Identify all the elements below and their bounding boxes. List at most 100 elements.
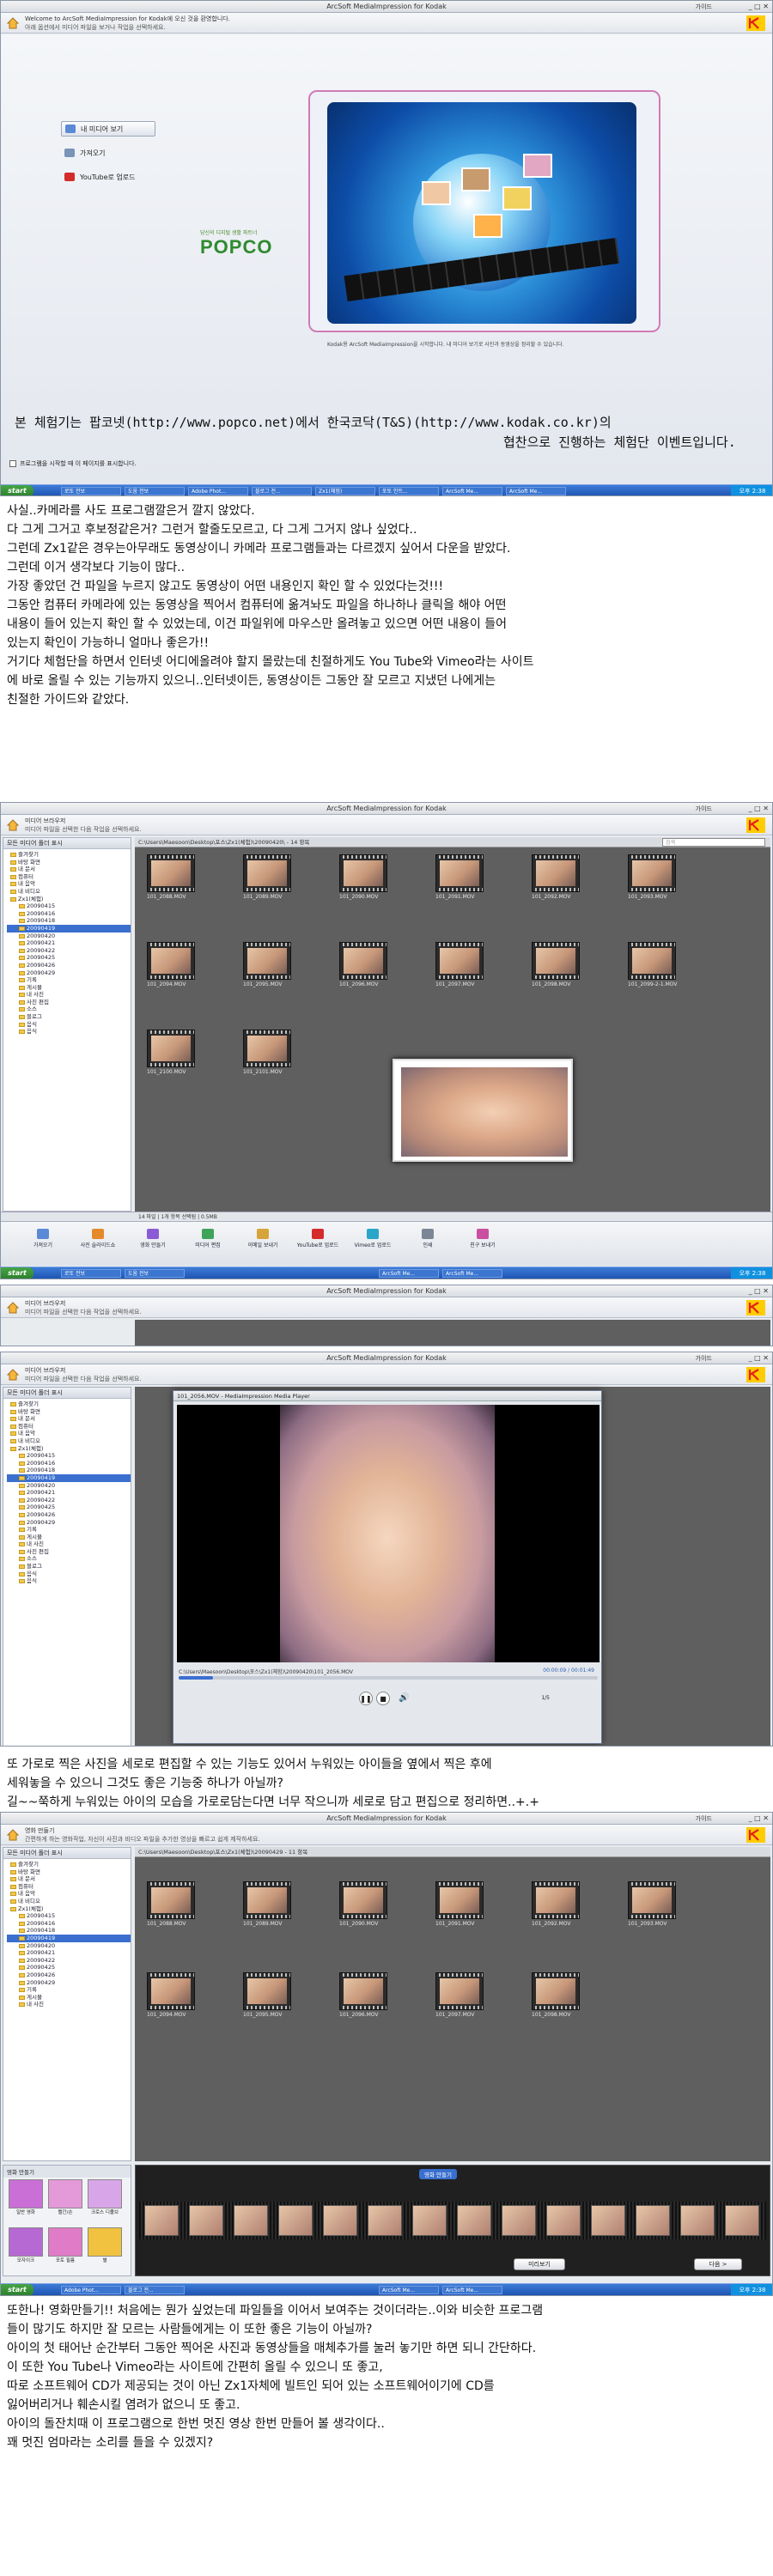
timeline-clip[interactable] [368, 2205, 402, 2236]
folder-tree-item[interactable]: 기록 [7, 1986, 131, 1994]
taskbar-item[interactable]: 로또 전보 [61, 487, 121, 495]
folder-panel-header[interactable]: 모든 미디어 폴더 표시 [3, 838, 131, 849]
folder-tree-item[interactable]: 20090419 [7, 1473, 131, 1482]
thumbnail[interactable] [339, 854, 387, 892]
folder-tree-item[interactable]: 20090429 [7, 1979, 131, 1987]
taskbar-item[interactable]: Adobe Phot... [188, 487, 248, 495]
folder-tree-item[interactable]: 바탕 화면 [7, 859, 131, 866]
folder-tree-item[interactable]: 20090429 [7, 1519, 131, 1527]
folder-tree-item[interactable]: 20090415 [7, 1452, 131, 1460]
folder-tree-item[interactable]: 즐겨찾기 [7, 851, 131, 859]
folder-tree-item[interactable]: 내 문서 [7, 1415, 131, 1423]
taskbar-item[interactable]: 로또 전보 [61, 1269, 121, 1278]
folder-tree-item[interactable]: 20090422 [7, 947, 131, 955]
thumbnail[interactable] [243, 1972, 291, 2010]
folder-tree-item[interactable]: 20090416 [7, 1460, 131, 1467]
next-button[interactable]: 다음 > [694, 2258, 742, 2270]
timeline-clip[interactable] [278, 2205, 313, 2236]
toolbar-button[interactable]: 친구 보내기 [458, 1229, 508, 1249]
folder-panel-header[interactable]: 모든 미디어 폴더 표시 [3, 1848, 131, 1859]
window-controls[interactable]: _ □ ✕ [749, 1814, 769, 1822]
thumbnail[interactable] [147, 942, 195, 980]
folder-tree-item[interactable]: 바탕 화면 [7, 1868, 131, 1876]
folder-tree-item[interactable]: 즐겨찾기 [7, 1400, 131, 1408]
taskbar-item[interactable]: 도움 전보 [125, 487, 185, 495]
timeline-clip[interactable] [636, 2205, 670, 2236]
style-option[interactable]: 모자이크 [9, 2227, 43, 2263]
volume-icon[interactable]: 🔊 [399, 1692, 412, 1705]
folder-tree-item[interactable]: 20090429 [7, 969, 131, 977]
start-button[interactable]: start [1, 2284, 33, 2295]
folder-tree-item[interactable]: 기록 [7, 1526, 131, 1534]
folder-tree-item[interactable]: 내 사진 [7, 2001, 131, 2008]
taskbar-item[interactable]: Adobe Phot... [61, 2286, 121, 2294]
toolbar-button[interactable]: Vimeo로 업로드 [348, 1229, 398, 1249]
style-option[interactable]: 포토 필름 [48, 2227, 82, 2263]
folder-tree-item[interactable]: 내 사진 [7, 1540, 131, 1548]
thumbnail[interactable] [339, 1972, 387, 2010]
folder-tree-item[interactable]: 20090420 [7, 1482, 131, 1490]
taskbar-item[interactable]: 포토 인트... [379, 487, 439, 495]
folder-tree-item[interactable]: 음식 [7, 1571, 131, 1578]
taskbar-item[interactable]: 도움 전보 [125, 1269, 185, 1278]
thumbnail[interactable] [532, 942, 580, 980]
folder-tree-item[interactable]: 내 비디오 [7, 1898, 131, 1905]
folder-tree-item[interactable]: 20090422 [7, 1497, 131, 1504]
thumbnail[interactable] [243, 1881, 291, 1919]
thumbnail[interactable] [243, 942, 291, 980]
thumbnail[interactable] [147, 1030, 195, 1067]
folder-tree-item[interactable]: 기록 [7, 976, 131, 984]
folder-tree-item[interactable]: 20090416 [7, 910, 131, 918]
folder-tree-item[interactable]: 음식 [7, 1577, 131, 1585]
taskbar-item[interactable]: ArcSoft Me... [379, 1269, 439, 1278]
toolbar-button[interactable]: 사진 슬라이드쇼 [73, 1229, 123, 1249]
timeline-clip[interactable] [189, 2205, 223, 2236]
home-icon[interactable] [6, 818, 20, 832]
timeline-clip[interactable] [412, 2205, 447, 2236]
folder-tree-item[interactable]: 20090420 [7, 933, 131, 940]
timeline-clip[interactable] [502, 2205, 536, 2236]
folder-tree-item[interactable]: 바탕 화면 [7, 1408, 131, 1416]
folder-tree-item[interactable]: 20090420 [7, 1942, 131, 1950]
taskbar-item[interactable]: ArcSoft Me... [442, 1269, 502, 1278]
folder-tree-item[interactable]: 블로그 [7, 1563, 131, 1571]
thumbnail[interactable] [435, 854, 484, 892]
toolbar-button[interactable]: 가져오기 [18, 1229, 68, 1249]
taskbar-item[interactable]: Zx1(체험) [315, 487, 375, 495]
thumbnail[interactable] [435, 1881, 484, 1919]
toolbar-button[interactable]: YouTube로 업로드 [293, 1229, 343, 1249]
taskbar-item[interactable]: ArcSoft Me... [379, 2286, 439, 2294]
folder-tree-item[interactable]: 내 사진 [7, 991, 131, 999]
toolbar-button[interactable]: 미디어 편집 [183, 1229, 233, 1249]
timeline-clip[interactable] [323, 2205, 357, 2236]
thumbnail[interactable] [435, 1972, 484, 2010]
folder-tree-item[interactable]: 내 문서 [7, 866, 131, 873]
folder-tree-item[interactable]: 20090421 [7, 939, 131, 947]
folder-tree-item[interactable]: Zx1(체험) [7, 1905, 131, 1913]
folder-tree-item[interactable]: 내 비디오 [7, 888, 131, 896]
thumbnail[interactable] [147, 1972, 195, 2010]
menu-my-media[interactable]: 내 미디어 보기 [61, 121, 155, 137]
folder-tree-item[interactable]: 내 문서 [7, 1875, 131, 1883]
start-button[interactable]: start [1, 485, 33, 495]
folder-tree-item[interactable]: 소스 [7, 1555, 131, 1563]
menu-import[interactable]: 가져오기 [61, 147, 155, 161]
folder-tree-item[interactable]: 20090425 [7, 1504, 131, 1511]
folder-tree-item[interactable]: 게시물 [7, 1994, 131, 2002]
menu-youtube[interactable]: YouTube로 업로드 [61, 171, 155, 185]
folder-tree-item[interactable]: 내 음악 [7, 1430, 131, 1437]
folder-tree-item[interactable]: 20090426 [7, 962, 131, 969]
thumbnail[interactable] [435, 942, 484, 980]
folder-tree-item[interactable]: 20090422 [7, 1957, 131, 1965]
folder-tree-item[interactable]: 게시물 [7, 1534, 131, 1541]
search-input[interactable]: 검색 [662, 838, 765, 847]
thumbnail[interactable] [532, 1881, 580, 1919]
folder-tree-item[interactable]: 사진 편집 [7, 999, 131, 1006]
help-link[interactable]: 가이드 [696, 1354, 712, 1363]
folder-tree-item[interactable]: 20090418 [7, 1927, 131, 1935]
thumbnail[interactable] [339, 1881, 387, 1919]
timeline-clip[interactable] [234, 2205, 268, 2236]
seek-bar[interactable] [179, 1676, 598, 1680]
window-controls[interactable]: _ □ ✕ [749, 1287, 769, 1295]
style-option[interactable]: 별 [88, 2227, 122, 2263]
